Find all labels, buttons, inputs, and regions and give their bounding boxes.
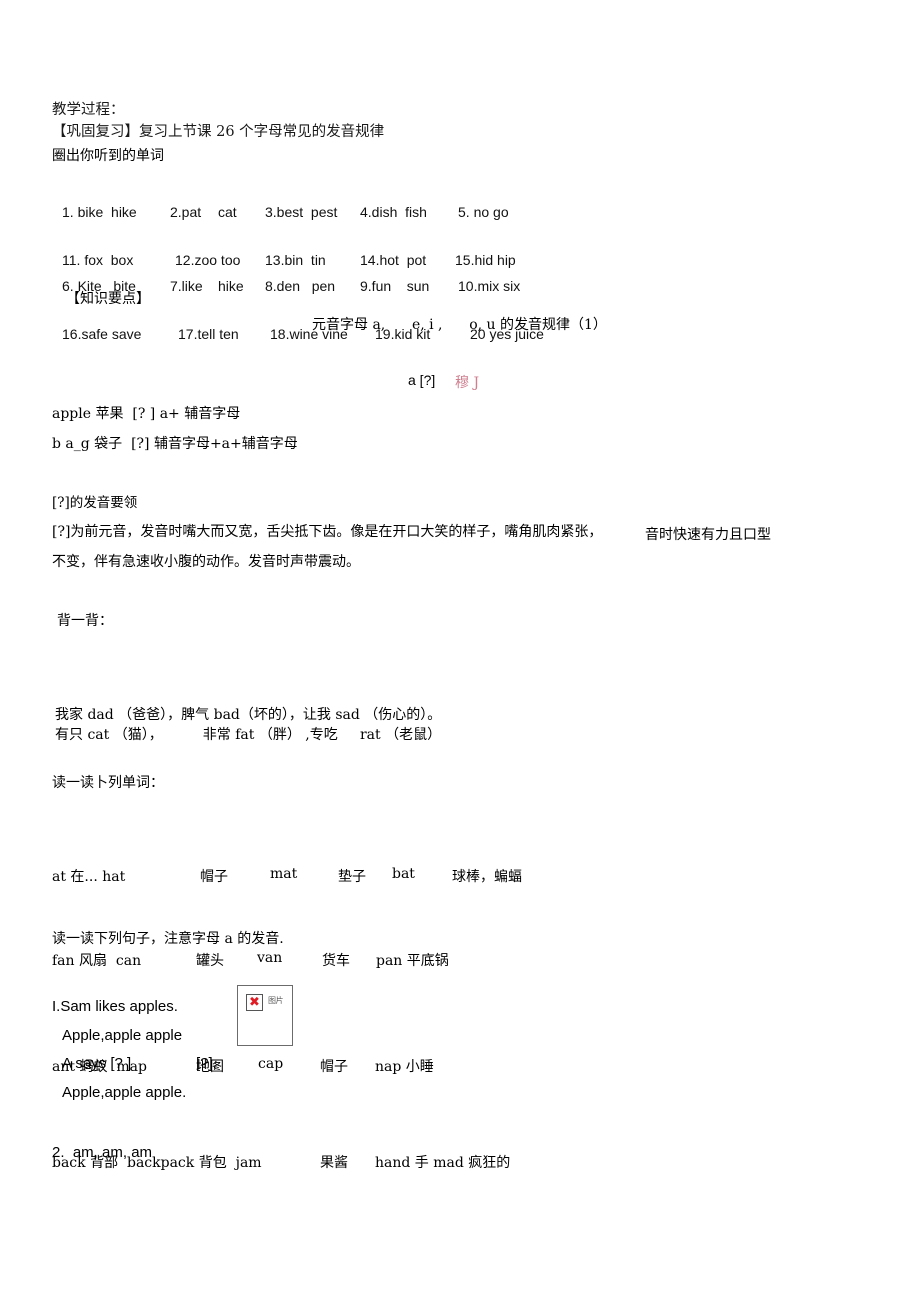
vowel-rule-title: 元音字母 a, e, i , o, u 的发音规律（1）: [312, 317, 607, 333]
read-word-cell: bat: [392, 866, 415, 882]
recite-line-1: 我家 dad （爸爸），脾气 bad（坏的），让我 sad （伤心的）。: [55, 707, 442, 723]
read-word-cell: fan 风扇 can: [52, 953, 142, 969]
page-title: 教学过程：: [52, 102, 125, 118]
word-cell: 15.hid hip: [455, 252, 516, 268]
sentence-item-2: 2. am, am, am: [52, 1144, 153, 1161]
phoneme-label: a [?]: [408, 372, 436, 388]
example-bag: b a_g 袋子 [?] 辅音字母+a+辅音字母: [52, 436, 298, 452]
read-words-row: at 在... hat 帽子 mat 垫子 bat 球棒，蝙蝠: [0, 866, 920, 888]
sentence-item-1-line-3b: [?],: [196, 1055, 217, 1072]
read-word-cell: 球棒，蝙蝠: [452, 869, 522, 885]
word-cell: 13.bin tin: [265, 252, 326, 268]
pronunciation-heading: [?]的发音要领: [52, 495, 138, 511]
read-word-cell: at 在... hat: [52, 869, 126, 885]
read-word-cell: 帽子: [320, 1059, 348, 1075]
read-word-cell: hand 手 mad 疯狂的: [375, 1155, 511, 1171]
read-word-cell: nap 小睡: [375, 1059, 434, 1075]
sentence-item-1-line-1: I.Sam likes apples.: [52, 998, 178, 1015]
broken-image-alt-text: 图片: [268, 996, 284, 1005]
red-annotation: 穆 J: [455, 375, 480, 391]
read-words-heading: 读一读卜列单词：: [52, 775, 164, 791]
document-page: 教学过程： 【巩固复习】复习上节课 26 个字母常见的发音规律 圈出你听到的单词…: [0, 0, 920, 1303]
example-apple: apple 苹果 [? ] a+ 辅音字母: [52, 406, 241, 422]
sentence-item-1-line-2: Apple,apple apple: [62, 1027, 183, 1044]
read-sentences-heading: 读一读下列句子，注意字母 a 的发音.: [52, 931, 284, 947]
read-words-table: at 在... hat 帽子 mat 垫子 bat 球棒，蝙蝠 fan 风扇 c…: [0, 812, 920, 1171]
word-cell: 16.safe save: [62, 326, 142, 342]
read-word-cell: 罐头: [196, 953, 224, 969]
pronunciation-body-line2: 不变，伴有急速收小腹的动作。发音时声带震动。: [52, 554, 360, 570]
word-cell: 17.tell ten: [178, 326, 239, 342]
pronunciation-body-right: 音时快速有力且口型: [645, 527, 771, 543]
read-word-cell: 垫子: [338, 869, 366, 885]
pronunciation-body-line1: [?]为前元音，发音时嘴大而又宽，舌尖抵下齿。像是在开口大笑的样子，嘴角肌肉紧张…: [52, 524, 603, 540]
close-icon: ✖: [249, 995, 260, 1010]
read-word-cell: cap: [258, 1056, 284, 1072]
sentence-item-1-line-3a: A says [? ]: [62, 1055, 132, 1072]
recite-line-2: 有只 cat （猫）， 非常 fat （胖） ,专吃 rat （老鼠）: [55, 727, 442, 743]
word-list-row: 11. fox box 12.zoo too 13.bin tin 14.hot…: [0, 252, 920, 272]
word-cell: 11. fox box: [62, 252, 134, 268]
read-word-cell: pan 平底锅: [376, 953, 449, 969]
read-word-cell: van: [257, 950, 283, 966]
read-words-row: ant 蚂蚁 map 地图 cap 帽子 nap 小睡: [0, 1056, 920, 1078]
instruction-circle-words: 圈出你听到的单词: [52, 148, 164, 164]
key-points-heading: 【知识要点】: [66, 291, 150, 307]
word-cell: 14.hot pot: [360, 252, 427, 268]
read-words-row: fan 风扇 can 罐头 van 货车 pan 平底锅: [0, 950, 920, 972]
broken-image-icon: ✖: [246, 994, 263, 1011]
sentence-item-1-line-4: Apple,apple apple.: [62, 1084, 187, 1101]
broken-image-placeholder: ✖ 图片: [237, 985, 293, 1046]
review-heading: 【巩固复习】复习上节课 26 个字母常见的发音规律: [52, 124, 385, 140]
read-word-cell: 帽子: [200, 869, 228, 885]
read-word-cell: 货车: [322, 953, 350, 969]
recite-heading: 背一背：: [57, 613, 113, 629]
word-cell: 12.zoo too: [175, 252, 241, 268]
read-word-cell: 果酱: [320, 1155, 348, 1171]
read-word-cell: mat: [270, 866, 298, 882]
